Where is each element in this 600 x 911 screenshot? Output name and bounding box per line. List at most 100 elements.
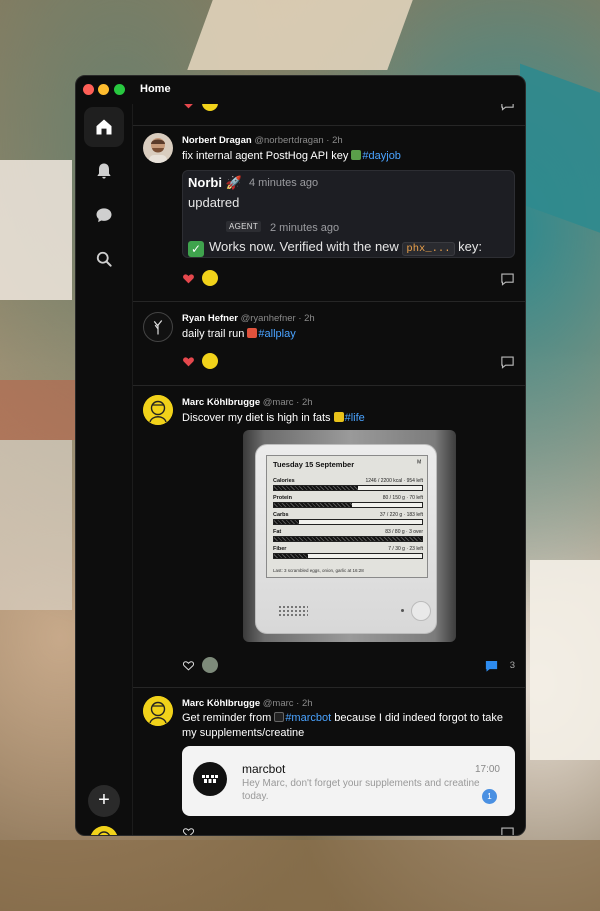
heart-icon[interactable] — [182, 355, 195, 368]
heart-outline-icon[interactable] — [182, 826, 195, 835]
author-avatar[interactable] — [143, 395, 173, 425]
author-name[interactable]: Norbert Dragan — [182, 135, 252, 146]
post: Norbert Dragan @norbertdragan · 2h fix i… — [133, 125, 525, 301]
nutrition-bar-fill — [274, 554, 309, 558]
nutrition-label: Protein — [273, 495, 292, 501]
post-photo[interactable]: Tuesday 15 September ᴹ Calories 1246 / 22… — [243, 430, 456, 642]
author-name[interactable]: Marc Köhlbrugge — [182, 698, 260, 709]
background-wall — [0, 160, 72, 300]
indicator-light — [401, 609, 404, 612]
home-icon — [96, 119, 112, 135]
nutrition-bar — [273, 553, 423, 559]
agent-badge: AGENT — [226, 221, 262, 232]
close-button[interactable] — [83, 84, 94, 95]
nutrition-value: 80 / 150 g · 70 left — [382, 495, 423, 501]
nutrition-value: 37 / 220 g · 183 left — [379, 512, 423, 518]
sidebar-item-messages[interactable] — [84, 195, 124, 235]
title-bar: Home — [76, 76, 525, 104]
sidebar-item-home[interactable] — [84, 107, 124, 147]
background-wall — [530, 560, 600, 760]
nutrition-bar-fill — [274, 520, 300, 524]
background-ground — [0, 840, 600, 911]
device-footer: Last: 3 scrambled eggs, onion, garlic at… — [273, 568, 364, 573]
nutrition-label: Fat — [273, 529, 282, 535]
nutrition-row: Calories 1246 / 2200 kcal · 954 left — [273, 478, 423, 494]
minimize-button[interactable] — [98, 84, 109, 95]
hashtag[interactable]: #dayjob — [362, 150, 401, 162]
background-roof — [187, 0, 413, 70]
tag-icon — [247, 328, 258, 338]
zoom-button[interactable] — [114, 84, 125, 95]
author-avatar[interactable] — [143, 133, 173, 163]
hashtag[interactable]: #marcbot — [285, 712, 331, 724]
sidebar-item-notifications[interactable] — [84, 151, 124, 191]
post: Marc Köhlbrugge @marc · 2h Discover my d… — [133, 385, 525, 687]
liker-avatar[interactable] — [202, 353, 218, 369]
nutrition-row: Fat 83 / 80 g · 3 over — [273, 529, 423, 545]
sidebar-item-search[interactable] — [84, 239, 124, 279]
bell-icon — [97, 163, 111, 179]
eink-screen: Tuesday 15 September ᴹ Calories 1246 / 22… — [266, 455, 428, 578]
eink-device: Tuesday 15 September ᴹ Calories 1246 / 22… — [255, 444, 437, 634]
post-text-content: Discover my diet is high in fats — [182, 412, 331, 424]
device-logo: ᴹ — [417, 460, 421, 467]
post-actions — [182, 104, 515, 113]
post-time: · 2h — [326, 135, 343, 146]
reply-icon[interactable] — [500, 826, 515, 835]
heart-icon[interactable] — [182, 272, 195, 285]
hashtag[interactable]: #life — [345, 412, 365, 424]
post: Ryan Hefner @ryanhefner · 2h daily trail… — [133, 301, 525, 385]
background-wall — [0, 440, 72, 610]
post-actions — [182, 824, 515, 835]
author-avatar[interactable] — [143, 696, 173, 726]
nutrition-bar — [273, 485, 423, 491]
post-text-content: Get reminder from — [182, 712, 272, 724]
notification-badge: 1 — [482, 789, 497, 804]
post-text: Get reminder from #marcbot because I did… — [182, 711, 515, 741]
author-name[interactable]: Marc Köhlbrugge — [182, 397, 260, 408]
reply-icon[interactable] — [500, 104, 515, 111]
heart-outline-icon[interactable] — [182, 659, 195, 672]
nutrition-value: 1246 / 2200 kcal · 954 left — [365, 478, 423, 484]
post-actions — [182, 353, 515, 371]
author-avatar[interactable] — [143, 312, 173, 342]
nutrition-bar-fill — [274, 537, 422, 541]
reply-icon[interactable] — [500, 272, 515, 286]
post-header: Marc Köhlbrugge @marc · 2h — [182, 397, 313, 408]
tag-icon — [274, 712, 285, 722]
embed-reply: ✓ Works now. Verified with the new phx_..… — [188, 239, 482, 257]
tag-icon — [333, 412, 344, 422]
reply-icon[interactable] — [500, 355, 515, 369]
reply-count: 3 — [509, 660, 515, 671]
author-handle: @norbertdragan — [254, 135, 324, 146]
code-snippet: phx_... — [402, 242, 455, 256]
current-user-avatar[interactable] — [90, 826, 118, 835]
post: Marc Köhlbrugge @marc · 2h Get reminder … — [133, 687, 525, 835]
author-handle: @marc — [262, 397, 294, 408]
heart-icon[interactable] — [182, 104, 195, 110]
notification-text: Hey Marc, don't forget your supplements … — [242, 778, 480, 802]
nutrition-bar — [273, 519, 423, 525]
post-header: Norbert Dragan @norbertdragan · 2h — [182, 135, 343, 146]
liker-avatar[interactable] — [202, 270, 218, 286]
feed[interactable]: Norbert Dragan @norbertdragan · 2h fix i… — [133, 104, 525, 835]
new-post-button[interactable]: + — [88, 785, 120, 817]
sidebar: + — [76, 104, 132, 835]
liker-avatar[interactable] — [202, 657, 218, 673]
nutrition-bar — [273, 502, 423, 508]
liker-avatar[interactable] — [202, 104, 218, 111]
author-handle: @ryanhefner — [240, 313, 296, 324]
chat-icon — [96, 208, 112, 223]
post-header: Ryan Hefner @ryanhefner · 2h — [182, 313, 315, 324]
nutrition-row: Protein 80 / 150 g · 70 left — [273, 495, 423, 511]
background-roof-teal — [520, 63, 600, 237]
author-name[interactable]: Ryan Hefner — [182, 313, 238, 324]
nutrition-bar-fill — [274, 503, 353, 507]
post-text: fix internal agent PostHog API key #dayj… — [182, 149, 515, 164]
hashtag[interactable]: #allplay — [258, 328, 295, 340]
nutrition-label: Calories — [273, 478, 295, 484]
post-time: · 2h — [296, 397, 313, 408]
search-icon — [96, 251, 112, 267]
embed-time: 4 minutes ago — [249, 177, 319, 189]
reply-filled-icon[interactable] — [484, 659, 499, 673]
